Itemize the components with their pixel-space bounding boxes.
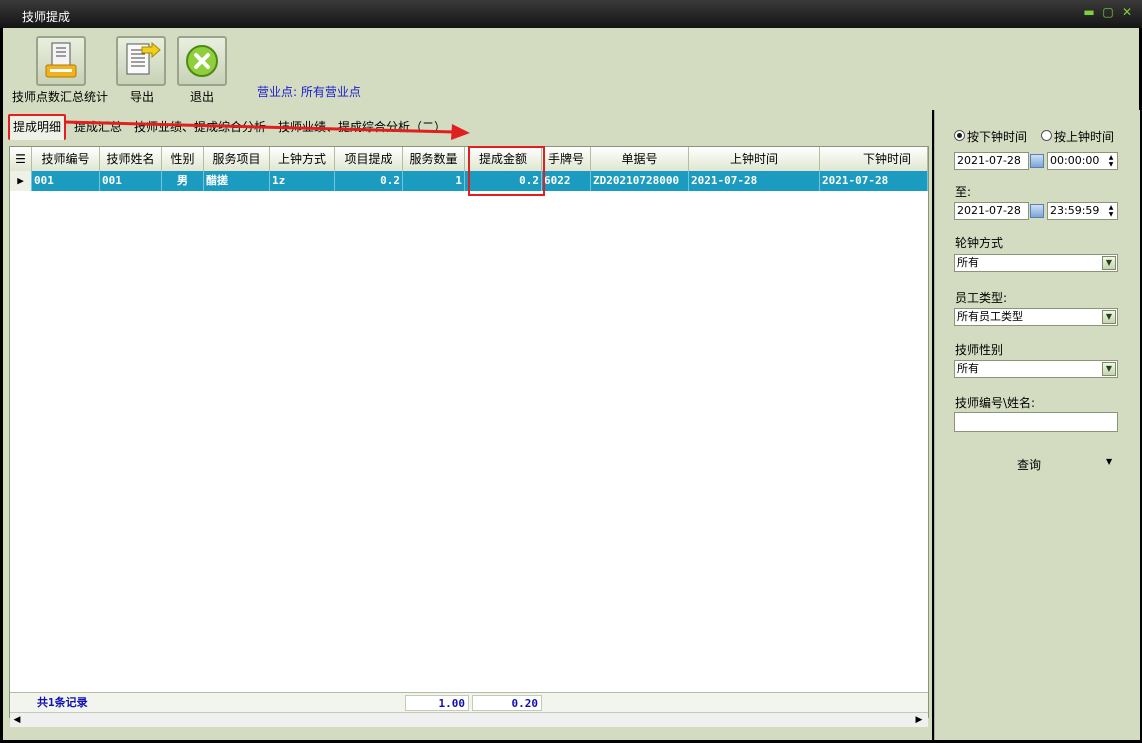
window-title: 技师提成 [22,10,71,24]
shift-mode-label: 轮钟方式 [955,236,1004,250]
store-label: 营业点: 所有营业点 [257,85,361,99]
query-button[interactable]: 查询 [1017,456,1041,473]
exit-label: 退出 [190,90,215,104]
radio-by-end-time-label[interactable]: 按下钟时间 [967,128,1027,145]
col-shift-mode[interactable]: 上钟方式 [270,147,335,171]
qty-total: 1.00 [405,695,469,711]
employee-type-value: 所有员工类型 [957,310,1023,323]
col-tech-name[interactable]: 技师姓名 [100,147,162,171]
col-hand-tag[interactable]: 手牌号 [542,147,591,171]
calendar-icon[interactable] [1030,154,1044,168]
table-footer: 共1条记录 1.00 0.20 [10,692,928,713]
summary-stats-label: 技师点数汇总统计 [12,90,109,104]
commission-table: ☰ 技师编号 技师姓名 性别 服务项目 上钟方式 项目提成 服务数量 提成金额 … [9,146,929,727]
radio-by-end-time[interactable] [954,130,965,141]
end-time-value: 23:59:59 [1050,204,1100,217]
scroll-right-icon[interactable]: ▶ [912,713,926,727]
summary-stats-button[interactable] [36,36,86,86]
cell-start-time[interactable]: 2021-07-28 [689,171,820,191]
chevron-down-icon[interactable]: ▼ [1102,362,1116,376]
spinner-icon[interactable]: ▲ ▼ [1107,204,1115,218]
cell-service-qty[interactable]: 1 [403,171,465,191]
cell-end-time[interactable]: 2021-07-28 [820,171,928,191]
col-service-item[interactable]: 服务项目 [204,147,270,171]
amount-total: 0.20 [472,695,542,711]
row-pointer-icon[interactable]: ▶ [10,171,32,191]
cell-tech-id[interactable]: 001 [32,171,100,191]
chevron-down-icon[interactable]: ▼ [1102,256,1116,270]
title-bar: 技师提成 ▬ ▢ ✕ [0,0,1142,28]
row-selector-header-icon[interactable]: ☰ [10,147,32,171]
start-date-input[interactable]: 2021-07-28 [954,152,1029,170]
export-button[interactable] [116,36,166,86]
cell-hand-tag[interactable]: 6022 [542,171,591,191]
radio-by-start-time-label[interactable]: 按上钟时间 [1054,128,1114,145]
minimize-icon[interactable]: ▬ [1083,6,1095,18]
col-start-time[interactable]: 上钟时间 [689,147,820,171]
col-gender[interactable]: 性别 [162,147,204,171]
horizontal-scrollbar[interactable]: ◀ ▶ [10,712,928,727]
employee-type-select[interactable]: 所有员工类型 ▼ [954,308,1118,326]
radio-by-start-time[interactable] [1041,130,1052,141]
end-date-input[interactable]: 2021-07-28 [954,202,1029,220]
cell-shift-mode[interactable]: 1z [270,171,335,191]
tech-id-name-label: 技师编号\姓名: [955,396,1036,410]
toolbar: 技师点数汇总统计 导出 退出 营业点: 所有营业点 [3,28,1139,110]
annotation-amount-highlight [468,146,545,196]
shift-mode-select[interactable]: 所有 ▼ [954,254,1118,272]
start-time-input[interactable]: 00:00:00 ▲ ▼ [1047,152,1118,170]
cell-service-item[interactable]: 醋搓 [204,171,270,191]
maximize-icon[interactable]: ▢ [1102,6,1114,18]
tech-gender-label: 技师性别 [955,343,1004,357]
scroll-left-icon[interactable]: ◀ [10,713,24,727]
col-end-time[interactable]: 下钟时间 [820,147,928,171]
close-icon[interactable]: ✕ [1121,6,1133,18]
tech-gender-select[interactable]: 所有 ▼ [954,360,1118,378]
col-item-commission[interactable]: 项目提成 [335,147,403,171]
app-window: 技师提成 ▬ ▢ ✕ 技师点数汇总统计 导出 退出 营业点: 所有营业点 提成明… [0,0,1142,743]
exit-x-icon [186,45,218,77]
chevron-down-icon[interactable]: ▼ [1102,310,1116,324]
export-label: 导出 [130,90,155,104]
tech-gender-value: 所有 [957,362,979,375]
filter-panel: 按下钟时间 按上钟时间 2021-07-28 00:00:00 ▲ ▼ 至: 20… [934,110,1140,740]
export-document-icon [126,41,161,75]
start-time-value: 00:00:00 [1050,154,1100,167]
col-bill-no[interactable]: 单据号 [591,147,689,171]
exit-button[interactable] [177,36,227,86]
cell-gender[interactable]: 男 [162,171,204,191]
record-count: 共1条记录 [34,695,98,711]
cell-item-commission[interactable]: 0.2 [335,171,403,191]
cell-bill-no[interactable]: ZD20210728000 [591,171,689,191]
to-label: 至: [955,185,972,199]
tech-id-name-input[interactable] [954,412,1118,432]
tab-commission-detail[interactable]: 提成明细 [8,114,67,140]
col-tech-id[interactable]: 技师编号 [32,147,100,171]
end-time-input[interactable]: 23:59:59 ▲ ▼ [1047,202,1118,220]
shift-mode-value: 所有 [957,256,979,269]
spinner-icon[interactable]: ▲ ▼ [1107,154,1115,168]
annotation-arrow [63,120,470,140]
employee-type-label: 员工类型: [955,291,1008,305]
query-dropdown-icon[interactable]: ▼ [1106,457,1112,466]
col-service-qty[interactable]: 服务数量 [403,147,465,171]
printer-summary-icon [45,42,77,78]
cell-tech-name[interactable]: 001 [100,171,162,191]
calendar-icon[interactable] [1030,204,1044,218]
